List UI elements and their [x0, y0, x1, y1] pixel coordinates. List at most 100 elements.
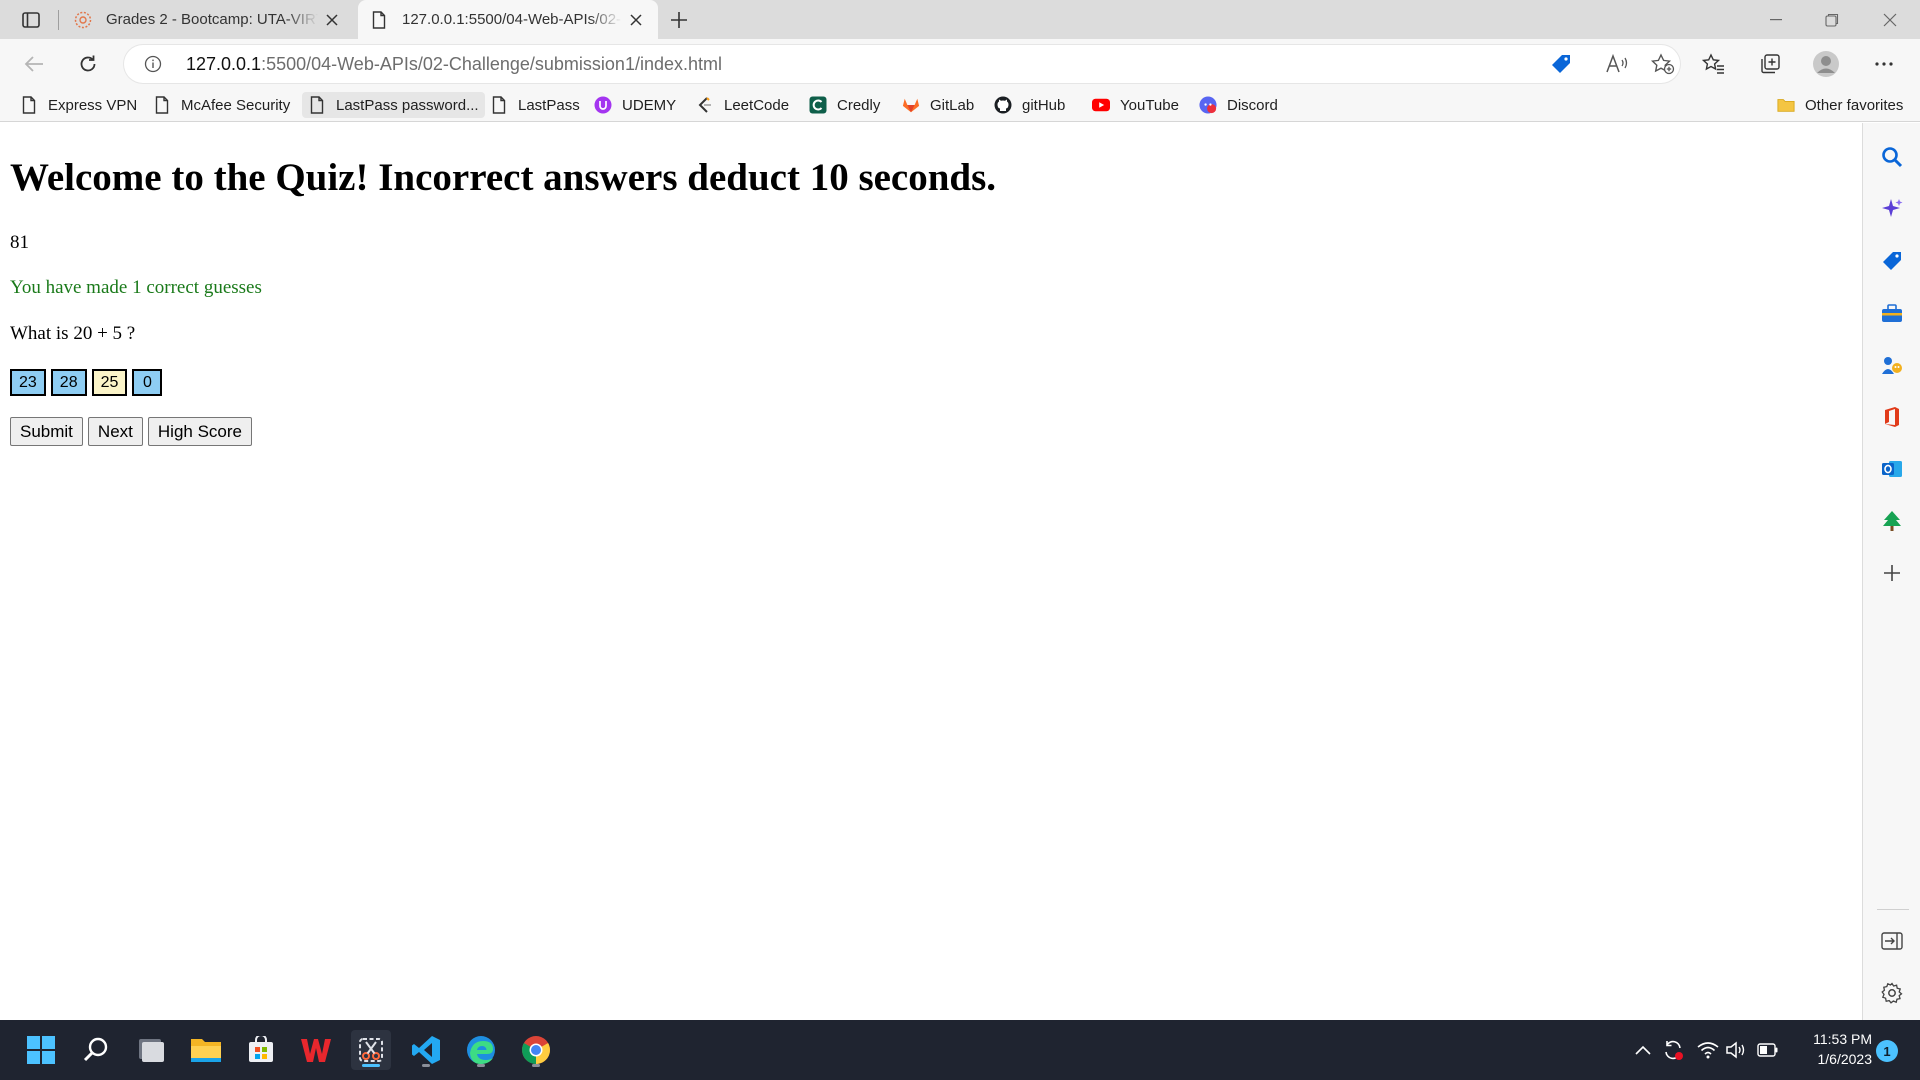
- favorite-udemy[interactable]: UDEMY: [588, 92, 682, 118]
- close-icon: [1883, 13, 1897, 26]
- favorite-gitlab[interactable]: GitLab: [896, 92, 980, 118]
- favorite-lastpass[interactable]: LastPass: [484, 92, 586, 118]
- wps-office-icon: [301, 1039, 331, 1062]
- office-icon[interactable]: [1880, 405, 1904, 429]
- next-button[interactable]: Next: [87, 417, 143, 446]
- favorite-express-vpn[interactable]: Express VPN: [14, 92, 143, 118]
- tab-actions-button[interactable]: [14, 9, 48, 31]
- high-score-button[interactable]: High Score: [147, 417, 252, 446]
- restore-button[interactable]: [1804, 0, 1860, 39]
- favorite-label: LastPass: [518, 96, 580, 114]
- refresh-button[interactable]: [70, 47, 106, 81]
- back-arrow-icon: [24, 56, 43, 72]
- taskbar-vscode[interactable]: [406, 1030, 446, 1070]
- answer-choice-selected[interactable]: 25: [91, 369, 128, 396]
- url-text[interactable]: 127.0.0.1:5500/04-Web-APIs/02-Challenge/…: [186, 54, 722, 75]
- hide-sidebar-icon[interactable]: [1880, 929, 1904, 953]
- start-button[interactable]: [21, 1030, 61, 1070]
- copilot-sparkle-icon[interactable]: [1880, 197, 1904, 221]
- address-bar[interactable]: 127.0.0.1:5500/04-Web-APIs/02-Challenge/…: [124, 45, 1680, 83]
- search-icon[interactable]: [1880, 145, 1904, 169]
- outlook-icon[interactable]: [1880, 457, 1904, 481]
- answer-choice[interactable]: 23: [10, 369, 46, 396]
- favorite-lastpass-password[interactable]: LastPass password...: [302, 92, 485, 118]
- drop-tree-icon[interactable]: [1880, 509, 1904, 533]
- gitlab-icon: [902, 96, 920, 114]
- taskbar-chrome[interactable]: [516, 1030, 556, 1070]
- favorite-youtube[interactable]: YouTube: [1086, 92, 1185, 118]
- new-tab-button[interactable]: [664, 6, 694, 34]
- taskbar-search-button[interactable]: [76, 1030, 116, 1070]
- close-tab-icon[interactable]: [622, 6, 650, 34]
- settings-menu-button[interactable]: [1866, 47, 1902, 81]
- taskbar-store[interactable]: [241, 1030, 281, 1070]
- minimize-icon: [1770, 18, 1782, 20]
- other-favorites-folder[interactable]: Other favorites: [1771, 92, 1909, 118]
- quiz-actions: Submit Next High Score: [10, 417, 252, 446]
- clock-time: 11:53 PM: [1813, 1031, 1872, 1047]
- favorites-button[interactable]: [1696, 47, 1732, 81]
- minimize-button[interactable]: [1748, 0, 1804, 39]
- answer-choice[interactable]: 28: [50, 369, 87, 396]
- taskbar-file-explorer[interactable]: [186, 1030, 226, 1070]
- tab-grades[interactable]: Grades 2 - Bootcamp: UTA-VIRT-: [62, 0, 354, 39]
- shopping-icon[interactable]: [1880, 249, 1904, 273]
- tab-title: Grades 2 - Bootcamp: UTA-VIRT-: [106, 11, 318, 28]
- tray-overflow-chevron-icon[interactable]: [1632, 1039, 1654, 1061]
- edge-sidebar: [1862, 123, 1920, 1020]
- search-icon: [83, 1037, 108, 1062]
- favorites-bar: Express VPN McAfee Security LastPass pas…: [0, 89, 1920, 122]
- taskbar-wps-office[interactable]: [296, 1030, 336, 1070]
- folder-icon: [1777, 96, 1795, 114]
- close-window-button[interactable]: [1862, 0, 1918, 39]
- site-info-icon[interactable]: [144, 55, 162, 73]
- add-sidebar-app-icon[interactable]: [1880, 561, 1904, 585]
- page-icon: [20, 96, 38, 114]
- udemy-icon: [594, 96, 612, 114]
- correct-count-message: You have made 1 correct guesses: [10, 277, 262, 298]
- edge-icon: [467, 1036, 495, 1064]
- favorite-label: Credly: [837, 96, 881, 114]
- vscode-icon: [412, 1036, 440, 1064]
- windows-taskbar: 11:53 PM 1/6/2023 1: [0, 1020, 1920, 1080]
- sync-icon[interactable]: [1662, 1039, 1684, 1061]
- battery-icon[interactable]: [1757, 1039, 1779, 1061]
- favorite-github[interactable]: gitHub: [988, 92, 1071, 118]
- collections-button[interactable]: [1752, 47, 1788, 81]
- profile-button[interactable]: [1808, 47, 1844, 81]
- tab-actions-icon: [22, 12, 40, 28]
- tab-quiz[interactable]: 127.0.0.1:5500/04-Web-APIs/02-: [358, 0, 658, 39]
- volume-icon[interactable]: [1725, 1039, 1747, 1061]
- submit-button[interactable]: Submit: [10, 417, 83, 446]
- favorite-leetcode[interactable]: LeetCode: [690, 92, 795, 118]
- favorite-credly[interactable]: Credly: [803, 92, 886, 118]
- task-view-icon: [139, 1039, 164, 1062]
- favorite-label: UDEMY: [622, 96, 677, 114]
- taskbar-edge[interactable]: [461, 1030, 501, 1070]
- sidebar-settings-icon[interactable]: [1880, 981, 1904, 1005]
- favorite-mcafee[interactable]: McAfee Security: [147, 92, 296, 118]
- chrome-icon: [522, 1036, 550, 1064]
- discord-icon: [1199, 96, 1217, 114]
- page-icon: [370, 10, 388, 29]
- sidebar-divider: [1877, 909, 1909, 910]
- question-text: What is 20 + 5 ?: [10, 323, 136, 344]
- taskbar-snipping-tool[interactable]: [351, 1030, 391, 1070]
- refresh-icon: [80, 55, 96, 72]
- favorite-label: GitLab: [930, 96, 975, 114]
- system-clock[interactable]: 11:53 PM 1/6/2023: [1786, 1029, 1872, 1069]
- tools-briefcase-icon[interactable]: [1880, 301, 1904, 325]
- collections-icon: [1761, 54, 1780, 74]
- close-tab-icon[interactable]: [318, 6, 346, 34]
- notification-badge[interactable]: 1: [1876, 1040, 1898, 1062]
- wifi-icon[interactable]: [1697, 1039, 1719, 1061]
- task-view-button[interactable]: [131, 1030, 171, 1070]
- favorite-discord[interactable]: Discord: [1193, 92, 1284, 118]
- answer-choice[interactable]: 0: [132, 369, 163, 396]
- add-favorite-icon[interactable]: [1650, 52, 1676, 76]
- read-aloud-icon[interactable]: [1604, 52, 1630, 76]
- games-icon[interactable]: [1880, 353, 1904, 377]
- store-icon: [249, 1036, 273, 1062]
- shopping-tag-icon[interactable]: [1548, 52, 1574, 76]
- back-button[interactable]: [16, 47, 52, 81]
